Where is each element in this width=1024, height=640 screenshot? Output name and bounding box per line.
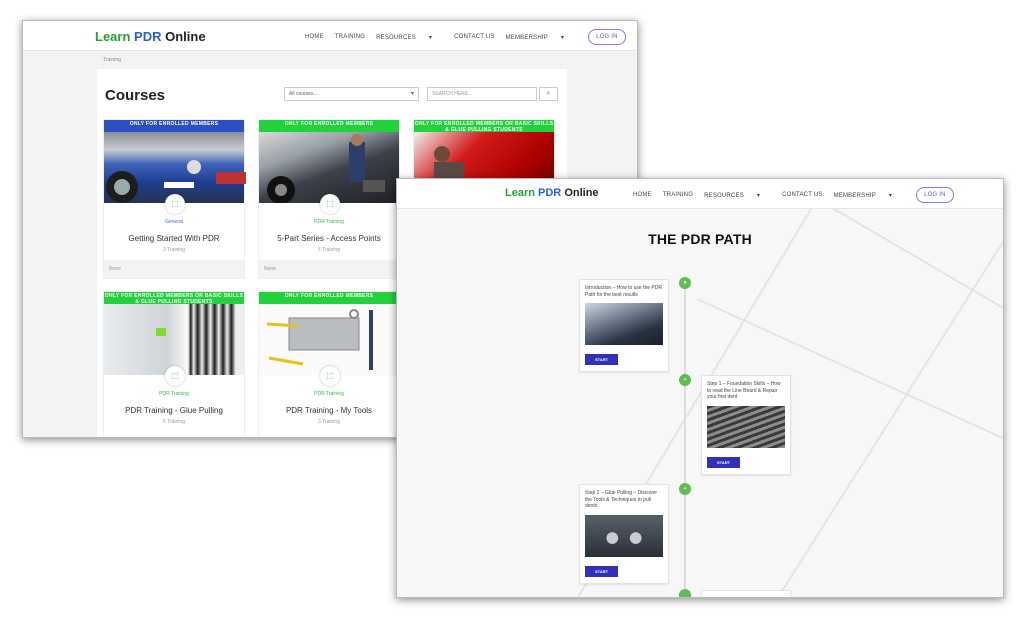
step-description: Step 2 – Glue Pulling – Discover the Too… [585,490,657,509]
course-count: 5 Training [318,247,340,253]
course-footer: None [259,260,399,278]
step-image [585,514,663,557]
login-button[interactable]: LOG IN [916,187,954,203]
nav-resources-label: RESOURCES [704,192,744,199]
timeline-dot [679,589,691,597]
course-title[interactable]: PDR Training - Glue Pulling [104,406,244,415]
course-title[interactable]: Getting Started With PDR [104,234,244,243]
search-input[interactable]: SEARCH HERE... [427,87,537,101]
start-button[interactable]: START [707,456,741,468]
timeline-line [684,279,686,597]
course-category: PDR Training [314,391,344,397]
nav-resources[interactable]: RESOURCES ▾ [704,192,771,199]
path-step-card[interactable]: Step 1 – Foundation Skills – How to read… [701,375,791,475]
course-image [104,132,246,203]
course-footer: None [104,260,244,278]
chevron-down-icon: ▾ [560,34,565,41]
nav-resources-label: RESOURCES [376,34,416,41]
step-image [707,405,785,448]
nav-resources[interactable]: RESOURCES ▾ [376,34,443,41]
access-band: ONLY FOR ENROLLED MEMBERS OR BASIC SKILL… [104,292,244,305]
path-step-card[interactable] [701,590,791,597]
course-icon: ⬚ [165,194,185,214]
course-card[interactable]: ONLY FOR ENROLLED MEMBERS ⬚ General Gett… [103,119,246,279]
access-band: ONLY FOR ENROLLED MEMBERS [259,292,399,304]
course-title[interactable]: 5-Part Series - Access Points [259,234,399,243]
pdr-path-screenshot: Learn PDR Online HOME TRAINING RESOURCES… [396,178,1004,598]
timeline-dot: ▪ [679,483,691,495]
site-logo[interactable]: Learn PDR Online [505,187,599,199]
login-button[interactable]: LOG IN [588,29,626,45]
chevron-down-icon: ▾ [756,192,761,199]
course-card[interactable]: ONLY FOR ENROLLED MEMBERS ⬚ PDR Training… [258,119,400,279]
search-icon: ⌕ [546,90,551,97]
nav-training[interactable]: TRAINING [335,34,365,40]
course-count: 3 Training [318,419,340,425]
nav-membership[interactable]: MEMBERSHIP ▾ [834,192,904,199]
nav-contact[interactable]: CONTACT US [454,34,494,40]
top-navbar: Learn PDR Online HOME TRAINING RESOURCES… [397,179,1003,209]
course-icon: ⬚ [320,366,340,386]
course-filter-select[interactable]: All courses... ▾ [284,87,419,101]
nav-membership-label: MEMBERSHIP [505,34,548,41]
nav-home[interactable]: HOME [633,192,652,198]
course-icon: ⬚ [320,194,340,214]
nav-membership-label: MEMBERSHIP [833,192,876,199]
course-category: General [165,219,183,225]
step-description: Step 1 – Foundation Skills – How to read… [707,381,781,400]
course-category: PDR Training [314,219,344,225]
car-photo-icon [267,134,385,204]
logo-online: Online [165,29,206,44]
course-card[interactable]: ONLY FOR ENROLLED MEMBERS ⬚ PDR Training… [258,291,400,437]
path-step-card[interactable]: Introduction – How to use the PDR Path f… [579,279,669,372]
timeline-dot: ▪ [679,374,691,386]
course-image [259,304,399,375]
course-icon: ⬚ [165,366,185,386]
site-logo[interactable]: Learn PDR Online [95,29,206,44]
logo-learn: Learn [505,187,535,199]
course-count: 3 Training [163,247,185,253]
logo-pdr: PDR [134,29,162,44]
start-button[interactable]: START [585,565,619,577]
page-title: Courses [105,87,166,104]
start-button[interactable]: START [585,354,619,365]
nav-membership[interactable]: MEMBERSHIP ▾ [506,34,576,41]
top-navbar: Learn PDR Online HOME TRAINING RESOURCES… [23,21,637,51]
course-count: 5 Training [163,419,185,425]
access-band: ONLY FOR ENROLLED MEMBERS OR BASIC SKILL… [414,120,554,133]
chevron-down-icon: ▾ [428,34,433,41]
step-description: Introduction – How to use the PDR Path f… [585,285,662,298]
tools-photo-icon [266,309,373,370]
timeline-dot: ● [679,277,691,289]
car-photo-icon [156,328,166,336]
car-photo-icon [106,160,246,203]
course-title[interactable]: PDR Training - My Tools [259,406,399,415]
nav-home[interactable]: HOME [305,34,324,40]
course-category: PDR Training [159,391,189,397]
breadcrumb[interactable]: Training [103,57,121,63]
logo-online: Online [564,187,599,199]
search-button[interactable]: ⌕ [539,87,558,101]
path-step-card[interactable]: Step 2 – Glue Pulling – Discover the Too… [579,484,669,584]
nav-contact[interactable]: CONTACT US [782,192,822,198]
course-filter-value: All courses... [289,91,318,97]
step-image [585,303,663,345]
chevron-down-icon: ▾ [410,91,414,97]
access-band: ONLY FOR ENROLLED MEMBERS [104,120,244,132]
access-band: ONLY FOR ENROLLED MEMBERS [259,120,399,132]
course-image [104,304,244,375]
logo-pdr: PDR [538,187,562,199]
nav-training[interactable]: TRAINING [663,192,693,198]
page-title: THE PDR PATH [648,231,752,247]
course-card[interactable]: ONLY FOR ENROLLED MEMBERS OR BASIC SKILL… [103,291,245,437]
chevron-down-icon: ▾ [888,192,893,199]
logo-learn: Learn [95,29,131,44]
course-image [259,132,399,204]
